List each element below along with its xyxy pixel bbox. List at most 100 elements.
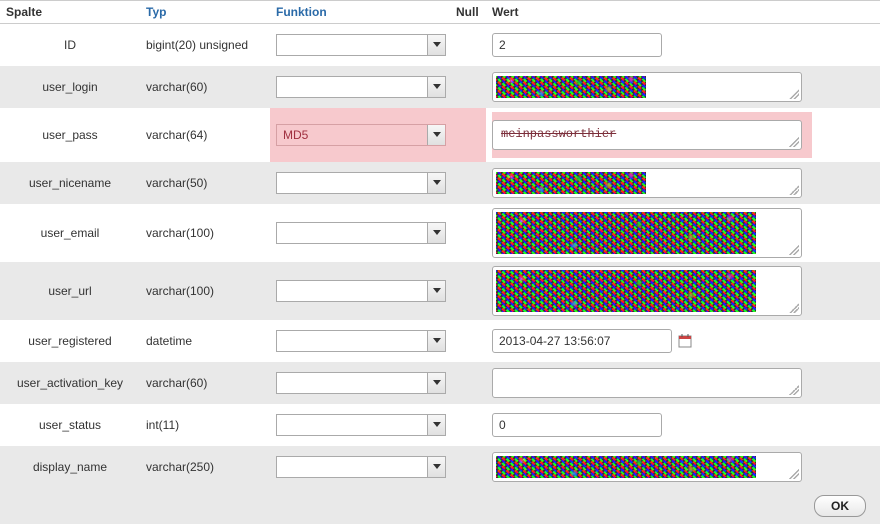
- chevron-down-icon: [427, 331, 445, 351]
- chevron-down-icon: [427, 173, 445, 193]
- function-select[interactable]: [276, 34, 446, 56]
- value-text: meinpassworthier: [493, 121, 624, 147]
- function-select[interactable]: [276, 414, 446, 436]
- function-select[interactable]: [276, 330, 446, 352]
- column-name: ID: [0, 24, 140, 66]
- column-type: varchar(50): [140, 162, 270, 204]
- column-type: varchar(64): [140, 108, 270, 162]
- resize-handle-icon[interactable]: [789, 385, 799, 395]
- redaction-overlay: [496, 76, 646, 98]
- value-input[interactable]: [492, 413, 662, 437]
- value-textarea[interactable]: [492, 266, 802, 316]
- null-cell: [450, 162, 486, 204]
- function-select[interactable]: [276, 456, 446, 478]
- footer-row: OK: [0, 488, 880, 524]
- chevron-down-icon: [427, 281, 445, 301]
- value-textarea[interactable]: meinpassworthier: [492, 120, 802, 150]
- value-textarea[interactable]: [492, 452, 802, 482]
- function-select[interactable]: [276, 280, 446, 302]
- column-type: varchar(60): [140, 66, 270, 108]
- value-textarea[interactable]: [492, 168, 802, 198]
- table-row: user_emailvarchar(100): [0, 204, 880, 262]
- function-cell: [270, 66, 450, 108]
- null-cell: [450, 204, 486, 262]
- value-textarea[interactable]: [492, 208, 802, 258]
- null-cell: [450, 362, 486, 404]
- ok-button[interactable]: OK: [814, 495, 866, 517]
- function-select[interactable]: [276, 172, 446, 194]
- null-cell: [450, 404, 486, 446]
- null-cell: [450, 66, 486, 108]
- column-type: datetime: [140, 320, 270, 362]
- header-row: Spalte Typ Funktion Null Wert: [0, 1, 880, 24]
- header-funktion[interactable]: Funktion: [270, 1, 450, 24]
- header-null[interactable]: Null: [450, 1, 486, 24]
- column-name: user_registered: [0, 320, 140, 362]
- column-name: user_pass: [0, 108, 140, 162]
- chevron-down-icon: [427, 415, 445, 435]
- null-cell: [450, 446, 486, 488]
- redaction-overlay: [496, 456, 756, 478]
- header-spalte[interactable]: Spalte: [0, 1, 140, 24]
- value-textarea[interactable]: [492, 368, 802, 398]
- value-input[interactable]: [492, 33, 662, 57]
- calendar-icon[interactable]: [678, 334, 692, 348]
- function-select[interactable]: [276, 222, 446, 244]
- function-select[interactable]: [276, 372, 446, 394]
- value-cell: [486, 446, 880, 488]
- table-row: user_passvarchar(64) MD5 meinpassworthier: [0, 108, 880, 162]
- function-select-label: MD5: [283, 128, 308, 142]
- column-type: varchar(100): [140, 262, 270, 320]
- table-row: IDbigint(20) unsigned: [0, 24, 880, 66]
- column-type: varchar(250): [140, 446, 270, 488]
- value-cell: [486, 66, 880, 108]
- column-name: user_url: [0, 262, 140, 320]
- column-name: display_name: [0, 446, 140, 488]
- value-cell: [486, 362, 880, 404]
- column-type: varchar(60): [140, 362, 270, 404]
- function-select[interactable]: MD5: [276, 124, 446, 146]
- chevron-down-icon: [427, 35, 445, 55]
- value-cell: [486, 262, 880, 320]
- value-highlight-wrap: meinpassworthier: [492, 112, 812, 158]
- function-cell: MD5: [270, 108, 450, 162]
- column-name: user_nicename: [0, 162, 140, 204]
- resize-handle-icon[interactable]: [789, 469, 799, 479]
- chevron-down-icon: [427, 223, 445, 243]
- column-name: user_activation_key: [0, 362, 140, 404]
- resize-handle-icon[interactable]: [789, 89, 799, 99]
- resize-handle-icon[interactable]: [789, 303, 799, 313]
- chevron-down-icon: [427, 77, 445, 97]
- null-cell: [450, 320, 486, 362]
- table-row: user_registereddatetime: [0, 320, 880, 362]
- table-row: user_loginvarchar(60): [0, 66, 880, 108]
- table-row: user_urlvarchar(100): [0, 262, 880, 320]
- redaction-overlay: [496, 270, 756, 312]
- value-cell: meinpassworthier: [486, 108, 880, 162]
- value-textarea[interactable]: [492, 72, 802, 102]
- column-type: varchar(100): [140, 204, 270, 262]
- function-select[interactable]: [276, 76, 446, 98]
- function-cell: [270, 262, 450, 320]
- value-cell: [486, 404, 880, 446]
- value-cell: [486, 24, 880, 66]
- table-row: display_namevarchar(250): [0, 446, 880, 488]
- header-typ[interactable]: Typ: [140, 1, 270, 24]
- value-cell: [486, 204, 880, 262]
- chevron-down-icon: [427, 125, 445, 145]
- header-wert[interactable]: Wert: [486, 1, 880, 24]
- redaction-overlay: [496, 172, 646, 194]
- null-cell: [450, 262, 486, 320]
- function-cell: [270, 320, 450, 362]
- chevron-down-icon: [427, 457, 445, 477]
- value-cell: [486, 162, 880, 204]
- value-input[interactable]: [492, 329, 672, 353]
- column-name: user_login: [0, 66, 140, 108]
- table-row: user_activation_keyvarchar(60): [0, 362, 880, 404]
- chevron-down-icon: [427, 373, 445, 393]
- function-cell: [270, 162, 450, 204]
- resize-handle-icon[interactable]: [789, 137, 799, 147]
- resize-handle-icon[interactable]: [789, 245, 799, 255]
- function-cell: [270, 404, 450, 446]
- resize-handle-icon[interactable]: [789, 185, 799, 195]
